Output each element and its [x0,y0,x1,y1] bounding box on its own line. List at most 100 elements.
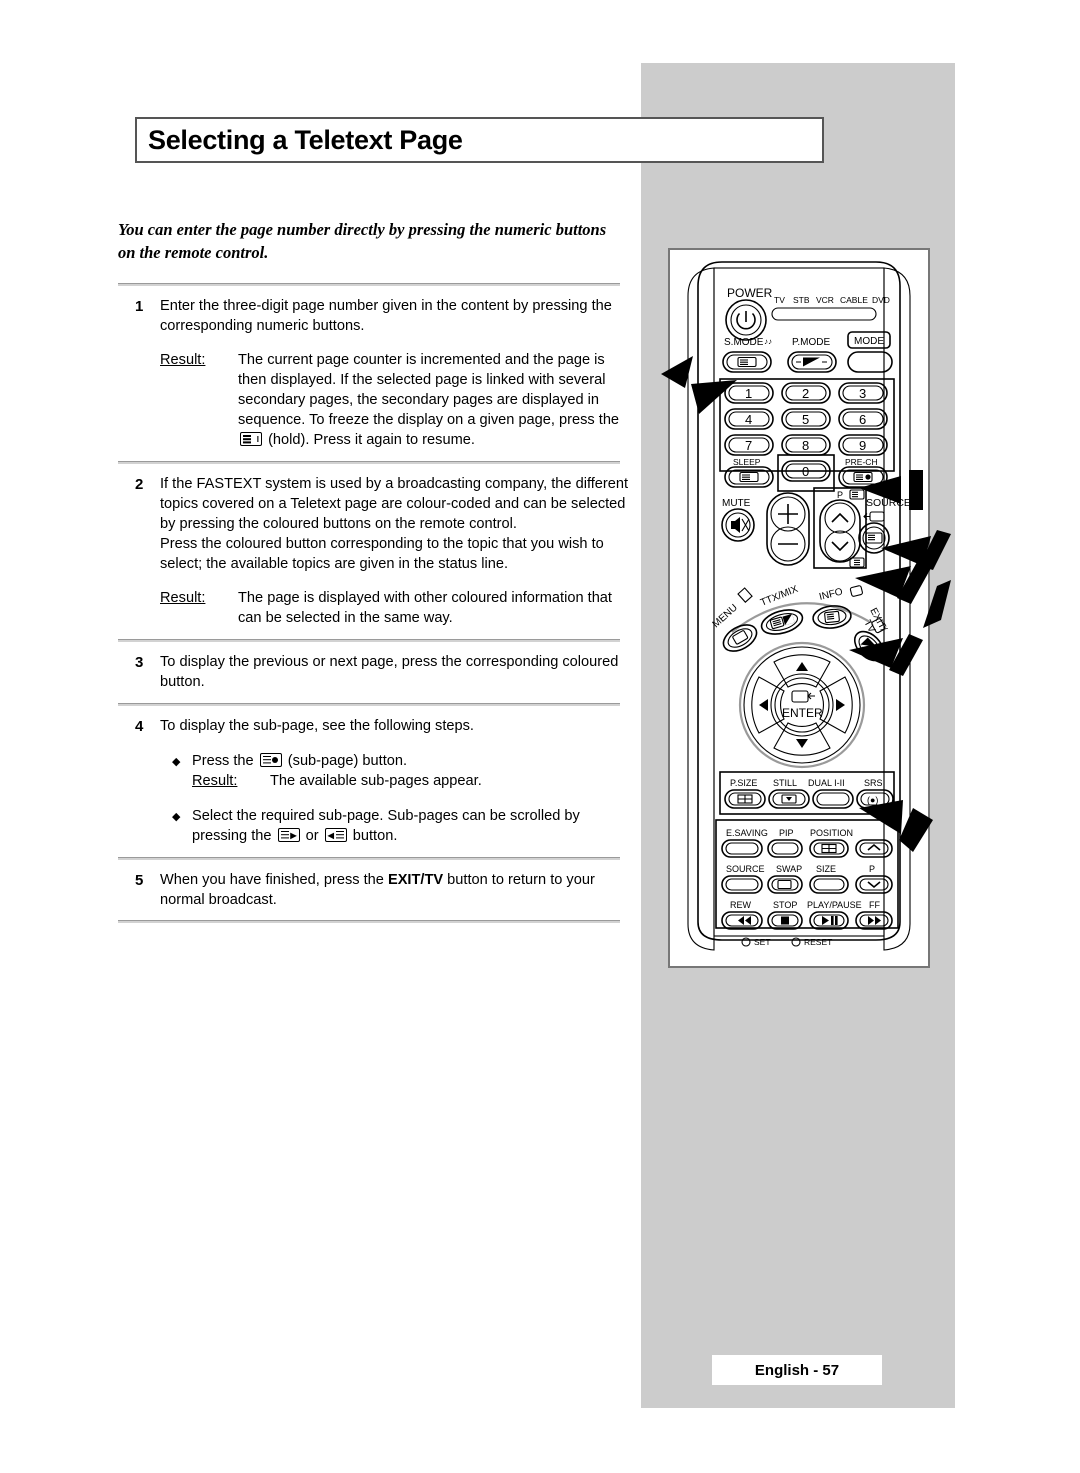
step-text: To display the previous or next page, pr… [160,653,619,690]
exit-tv-button-name: EXIT/TV [387,871,444,888]
bullet-content: Press the (sub-page) button. Result: The… [192,752,630,792]
enter-icon [791,690,809,703]
step-text-secondary: Press the coloured button corresponding … [160,535,604,572]
next-subpage-teletext-icon: ▶ [277,827,300,842]
menu-button-group: MENU [711,587,758,652]
info-label: INFO [818,586,844,603]
device-mode-dvd: DVD [872,295,890,305]
position-label: POSITION [810,828,853,838]
srs-icon: (●) [867,795,878,805]
nav-up-arrow-icon [796,662,808,671]
p-up-icon [867,843,881,851]
p-label: P [837,490,843,500]
step-content: When you have finished, press the EXIT/T… [160,871,630,911]
result-text: The current page counter is incremented … [238,351,630,451]
bullet-text-a: Press the [192,752,254,769]
source-label: SOURCE [866,497,911,509]
remote-control-illustration: .ln{fill:none;stroke:#000;stroke-width:1… [687,261,911,951]
bullet-item: ◆ Select the required sub-page. Sub-page… [160,807,630,847]
size-label: SIZE [816,864,836,874]
reset-label: RESET [804,937,832,947]
set-label: SET [754,937,771,947]
menu-bars-icon [737,587,753,603]
divider [118,920,620,924]
result-label: Result: [160,351,206,368]
power-label: POWER [727,286,773,300]
swap-icon [777,879,792,890]
swap-label: SWAP [776,864,802,874]
step-content: Enter the three-digit page number given … [160,297,630,451]
sleep-label: SLEEP [733,457,761,467]
channel-down-icon [831,541,849,552]
source-arrow-icon [869,511,885,522]
mute-label: MUTE [722,498,751,509]
bullet-result: Result: The available sub-pages appear. [192,772,630,792]
step-number: 4 [135,717,144,735]
volume-up-icon [778,504,798,524]
result-text: The page is displayed with other coloure… [238,589,612,626]
step-number: 5 [135,871,144,889]
bullet-content: Select the required sub-page. Sub-pages … [192,807,630,847]
still-label: STILL [773,778,797,788]
result-text: The available sub-pages appear. [270,772,482,789]
hold-teletext-icon: I [240,431,262,446]
step-1: 1 Enter the three-digit page number give… [118,286,630,461]
diamond-bullet-icon: ◆ [172,755,181,768]
key-0: 0 [802,464,809,479]
mode-button-label: MODE [854,336,884,347]
step-content: To display the sub-page, see the followi… [160,717,630,847]
intro-paragraph: You can enter the page number directly b… [118,220,607,263]
stop-label: STOP [773,900,797,910]
srs-label: SRS [864,778,883,788]
page-title-box: Selecting a Teletext Page [135,117,824,163]
step-text: When you have finished, press the EXIT/T… [160,871,630,911]
bullet-text-or: or [305,827,319,844]
key-7: 7 [745,438,752,453]
nav-down-arrow-icon [796,739,808,748]
nav-right-arrow-icon [836,699,845,711]
nav-left-arrow-icon [759,699,768,711]
result-label: Result: [192,772,238,789]
menu-label: MENU [711,602,740,630]
pmode-label: P.MODE [792,337,830,348]
device-mode-stb: STB [793,295,810,305]
ff-label: FF [869,900,880,910]
step-number: 2 [135,475,144,493]
step-2: 2 If the FASTEXT system is used by a bro… [118,464,630,639]
key-8: 8 [802,438,809,453]
key-2: 2 [802,386,809,401]
step-text-a: When you have finished, press the [160,871,384,888]
step-number: 3 [135,653,144,671]
step-4: 4 To display the sub-page, see the follo… [118,706,630,857]
mute-speaker-icon [731,517,740,533]
result-block: Result: The page is displayed with other… [160,589,630,629]
source-row-label: SOURCE [726,864,765,874]
p-down-icon [867,881,881,889]
step-text: To display the sub-page, see the followi… [160,717,474,734]
sub-page-teletext-icon [259,752,282,767]
previous-subpage-teletext-icon: ◀ [324,827,347,842]
stop-icon [781,916,789,925]
step-text: If the FASTEXT system is used by a broad… [160,475,629,532]
page-number-label: English - 57 [754,1361,840,1379]
step-content: To display the previous or next page, pr… [160,653,630,693]
play-icon [822,916,829,925]
enter-label: ENTER [782,706,823,720]
pip-label: PIP [779,828,794,838]
key-6: 6 [859,412,866,427]
result-block: Result: The current page counter is incr… [160,351,630,451]
step-text: Enter the three-digit page number given … [160,297,612,334]
device-mode-vcr: VCR [816,295,834,305]
sound-note-icon: ♪♪ [764,337,772,346]
instruction-column: You can enter the page number directly b… [118,218,630,924]
bullet-line: Press the (sub-page) button. [192,752,630,772]
key-9: 9 [859,438,866,453]
result-text-part-a: The current page counter is incremented … [238,351,620,428]
channel-up-icon [831,512,849,523]
diamond-bullet-icon: ◆ [172,810,181,823]
step-content: If the FASTEXT system is used by a broad… [160,475,630,629]
info-balloon-icon [849,585,863,597]
p-row-label: P [869,864,875,874]
page-title: Selecting a Teletext Page [148,124,463,155]
device-mode-tv: TV [774,295,785,305]
